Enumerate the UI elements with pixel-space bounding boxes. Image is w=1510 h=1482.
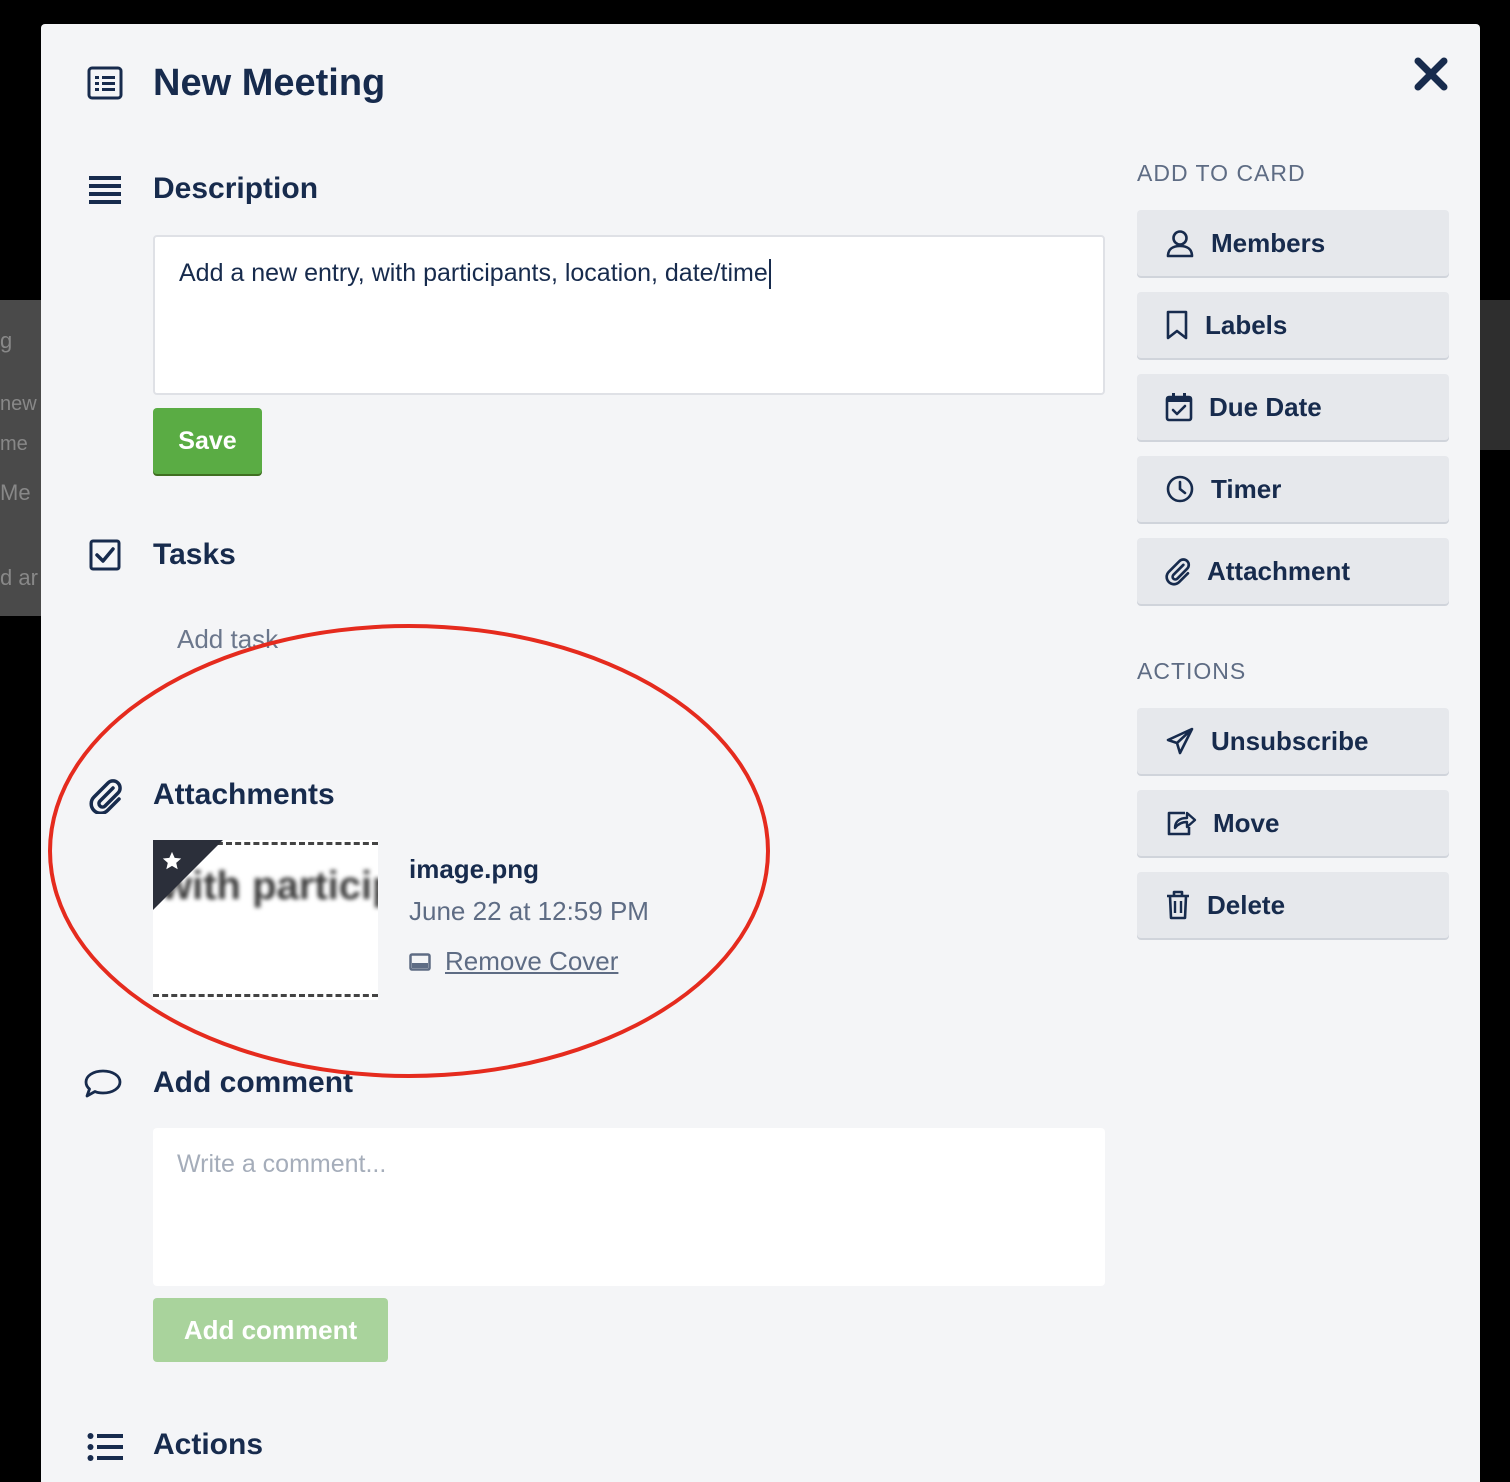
delete-label: Delete <box>1207 889 1286 920</box>
attachment-label: Attachment <box>1207 555 1351 586</box>
add-comment-button[interactable]: Add comment <box>153 1298 388 1362</box>
background-text: Me <box>0 480 31 505</box>
add-comment-heading: Add comment <box>153 1066 354 1099</box>
card-detail-modal: New Meeting Description Add a new entry,… <box>41 24 1480 1482</box>
paper-plane-icon <box>1165 726 1195 756</box>
clock-icon <box>1165 474 1195 504</box>
user-icon <box>1165 228 1195 258</box>
members-button[interactable]: Members <box>1137 210 1449 276</box>
add-task-link[interactable]: Add task <box>177 624 278 655</box>
background-text: g <box>0 328 13 353</box>
unsubscribe-label: Unsubscribe <box>1211 725 1369 756</box>
description-text: Add a new entry, with participants, loca… <box>179 259 768 287</box>
unsubscribe-button[interactable]: Unsubscribe <box>1137 708 1449 774</box>
delete-button[interactable]: Delete <box>1137 872 1449 938</box>
background-text: d ar <box>0 565 38 590</box>
attachment-date: June 22 at 12:59 PM <box>409 896 649 926</box>
move-button[interactable]: Move <box>1137 790 1449 856</box>
attachments-heading: Attachments <box>153 778 335 811</box>
calendar-check-icon <box>1165 392 1193 422</box>
save-button[interactable]: Save <box>153 408 262 474</box>
thumbnail-border <box>153 994 378 998</box>
bookmark-icon <box>1165 310 1189 340</box>
attachment-filename[interactable]: image.png <box>409 854 539 885</box>
paperclip-icon <box>89 778 123 814</box>
due-date-label: Due Date <box>1209 391 1322 422</box>
share-icon <box>1165 808 1197 838</box>
timer-button[interactable]: Timer <box>1137 456 1449 522</box>
cover-icon <box>409 952 431 971</box>
labels-button[interactable]: Labels <box>1137 292 1449 358</box>
members-label: Members <box>1211 227 1326 258</box>
card-title[interactable]: New Meeting <box>153 62 385 105</box>
add-to-card-heading: ADD TO CARD <box>1137 160 1306 186</box>
attachment-button[interactable]: Attachment <box>1137 538 1449 604</box>
move-label: Move <box>1213 807 1280 838</box>
actions-heading: ACTIONS <box>1137 658 1247 684</box>
labels-label: Labels <box>1205 309 1288 340</box>
remove-cover-label[interactable]: Remove Cover <box>445 946 618 977</box>
paperclip-icon <box>1165 556 1191 586</box>
checkbox-icon <box>89 539 121 571</box>
description-icon <box>89 174 121 204</box>
text-caret <box>768 259 771 290</box>
actions-activity-heading: Actions <box>153 1428 264 1461</box>
tasks-heading: Tasks <box>153 538 236 571</box>
description-textarea[interactable]: Add a new entry, with participants, loca… <box>153 235 1105 395</box>
background-text: me <box>0 433 28 455</box>
comment-input[interactable]: Write a comment... <box>153 1128 1105 1286</box>
due-date-button[interactable]: Due Date <box>1137 374 1449 440</box>
star-icon <box>161 850 183 872</box>
close-icon[interactable] <box>1413 56 1449 92</box>
background-text: new <box>0 393 37 415</box>
list-icon <box>87 1432 123 1462</box>
remove-cover-link[interactable]: Remove Cover <box>409 946 618 977</box>
attachment-thumbnail[interactable]: with particip <box>153 840 378 1000</box>
card-icon <box>87 66 123 100</box>
comment-icon <box>83 1068 123 1100</box>
description-heading: Description <box>153 172 319 205</box>
trash-icon <box>1165 890 1191 920</box>
timer-label: Timer <box>1211 473 1282 504</box>
